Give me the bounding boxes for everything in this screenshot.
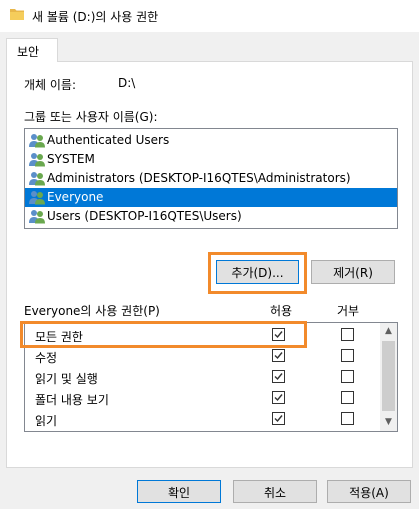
full-control-highlight — [20, 321, 307, 348]
permission-row: 수정 — [25, 346, 381, 366]
users-icon — [28, 190, 46, 205]
group-listbox[interactable]: Authenticated Users SYSTEM Administrator… — [24, 128, 398, 229]
list-item-label: Users (DESKTOP-I16QTES\Users) — [47, 209, 242, 223]
deny-checkbox[interactable] — [341, 391, 354, 404]
cancel-button[interactable]: 취소 — [233, 480, 317, 503]
permission-name: 수정 — [35, 351, 58, 365]
deny-checkbox[interactable] — [341, 370, 354, 383]
users-icon — [28, 209, 46, 224]
list-item-label: Everyone — [47, 190, 104, 204]
object-name-label: 개체 이름: — [24, 78, 77, 92]
allow-column-header: 허용 — [270, 304, 293, 318]
scroll-thumb[interactable] — [382, 341, 395, 411]
scroll-up-icon[interactable]: ▲ — [380, 323, 397, 340]
deny-checkbox[interactable] — [341, 412, 354, 425]
window-title: 새 볼륨 (D:)의 사용 권한 — [32, 10, 159, 24]
remove-button[interactable]: 제거(R) — [311, 260, 395, 284]
list-item-label: Authenticated Users — [47, 133, 170, 147]
add-button[interactable]: 추가(D)... — [216, 260, 299, 284]
list-item-label: Administrators (DESKTOP-I16QTES\Administ… — [47, 171, 351, 185]
ok-button-label: 확인 — [167, 486, 191, 500]
users-icon — [28, 133, 46, 148]
deny-checkbox[interactable] — [341, 349, 354, 362]
apply-button[interactable]: 적용(A) — [327, 480, 411, 503]
tab-label: 보안 — [17, 45, 40, 59]
deny-checkbox[interactable] — [341, 328, 354, 341]
allow-checkbox[interactable] — [272, 391, 285, 404]
permission-row: 폴더 내용 보기 — [25, 388, 381, 408]
scroll-down-icon[interactable]: ▼ — [380, 414, 397, 431]
allow-checkbox[interactable] — [272, 349, 285, 362]
list-item[interactable]: Users (DESKTOP-I16QTES\Users) — [25, 207, 397, 226]
permission-name: 읽기 — [35, 414, 58, 428]
title-bar: 새 볼륨 (D:)의 사용 권한 — [0, 0, 419, 32]
users-icon — [28, 152, 46, 167]
group-list-label: 그룹 또는 사용자 이름(G): — [24, 110, 158, 124]
remove-button-label: 제거(R) — [333, 266, 373, 280]
ok-button[interactable]: 확인 — [137, 480, 221, 503]
permissions-label: Everyone의 사용 권한(P) — [24, 304, 160, 318]
users-icon — [28, 171, 46, 186]
list-item[interactable]: SYSTEM — [25, 150, 397, 169]
deny-column-header: 거부 — [337, 304, 360, 318]
list-item[interactable]: Authenticated Users — [25, 131, 397, 150]
object-name-value: D:\ — [118, 76, 136, 90]
allow-checkbox[interactable] — [272, 370, 285, 383]
list-item-selected[interactable]: Everyone — [25, 188, 397, 207]
cancel-button-label: 취소 — [263, 486, 287, 500]
permission-row: 읽기 및 실행 — [25, 367, 381, 387]
list-item-label: SYSTEM — [47, 152, 95, 166]
permission-row: 읽기 — [25, 409, 381, 429]
permission-name: 읽기 및 실행 — [35, 372, 98, 386]
tab-security[interactable]: 보안 — [6, 38, 58, 62]
add-button-label: 추가(D)... — [231, 266, 284, 280]
allow-checkbox[interactable] — [272, 412, 285, 425]
permissions-scrollbar[interactable]: ▲ ▼ — [380, 323, 397, 431]
folder-icon — [10, 8, 24, 20]
permission-name: 폴더 내용 보기 — [35, 393, 109, 407]
apply-button-label: 적용(A) — [349, 486, 389, 500]
list-item[interactable]: Administrators (DESKTOP-I16QTES\Administ… — [25, 169, 397, 188]
